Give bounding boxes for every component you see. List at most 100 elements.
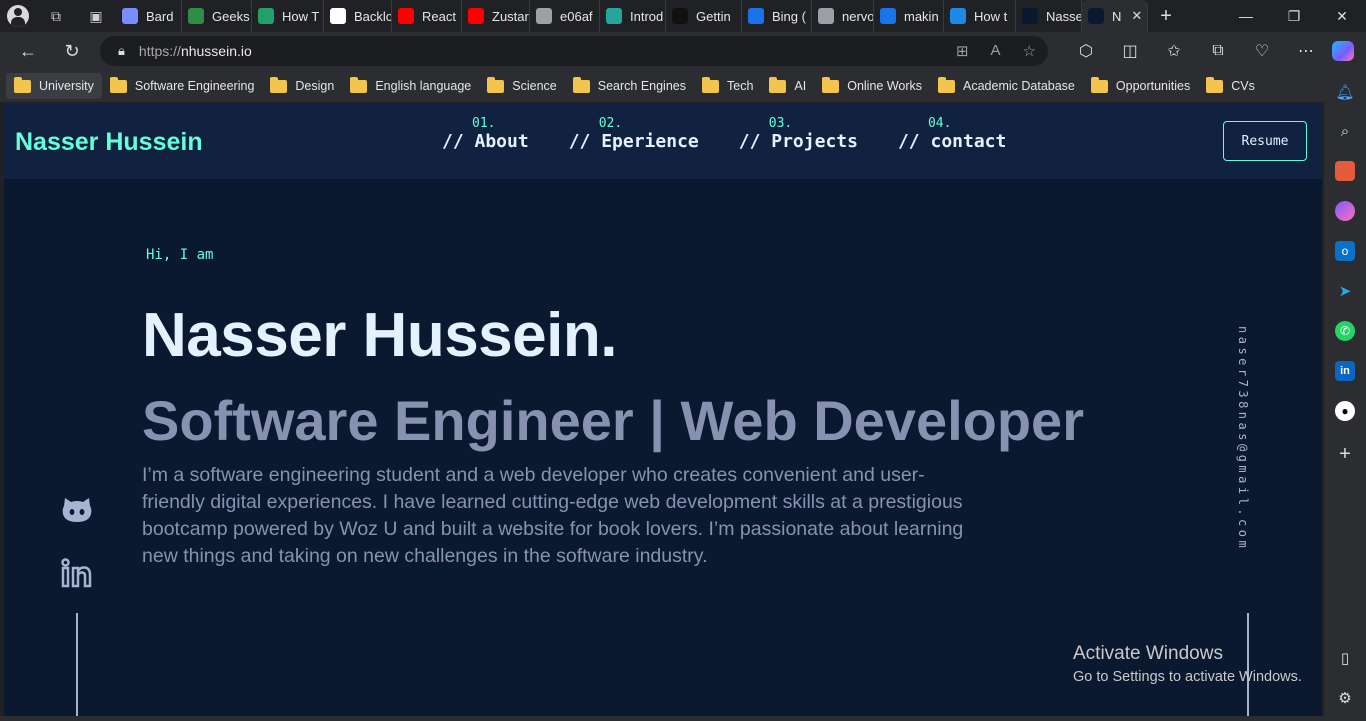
more-menu-icon[interactable]: ⋯ [1284,41,1328,61]
browser-tab[interactable]: React [392,0,462,32]
bookmark-folder[interactable]: AI [761,73,814,99]
hero-name: Nasser Hussein. [142,301,617,370]
tab-label: Gettin [696,8,731,24]
bookmark-folder[interactable]: Science [479,73,564,99]
tab-favicon-icon [1022,8,1038,24]
site-navbar: Nasser Hussein 01.// About 02.// Eperienc… [4,104,1322,179]
tab-label: e06af [560,8,593,24]
left-divider-line [76,613,78,716]
browser-tab[interactable]: Bard [116,0,182,32]
new-tab-button[interactable]: + [1148,0,1184,32]
url-protocol: https:// [138,43,181,59]
bookmark-folder[interactable]: Search Engines [565,73,694,99]
workspaces-icon[interactable]: ⧉ [36,0,76,32]
bookmark-folder[interactable]: Opportunities [1083,73,1198,99]
bookmark-label: Opportunities [1115,79,1191,93]
bookmark-folder[interactable]: Software Engineering [102,73,263,99]
github-sidebar-icon[interactable]: ● [1335,401,1355,421]
bookmark-label: Design [295,79,335,93]
linkedin-sidebar-icon[interactable]: in [1335,361,1355,381]
bookmark-label: English language [375,79,472,93]
bookmark-folder[interactable]: Academic Database [930,73,1083,99]
bookmark-label: Academic Database [963,79,1075,93]
browser-tab[interactable]: N ✕ [1082,0,1148,32]
tools-icon[interactable] [1335,161,1355,181]
lock-icon[interactable]: 🔒︎ [118,43,125,59]
browser-tab[interactable]: How T [252,0,324,32]
read-aloud-icon[interactable]: A [991,42,1001,60]
window-controls: — ❐ ✕ [1222,0,1366,32]
notifications-bell-icon[interactable]: 🔔︎ [1335,82,1355,102]
extensions-icon[interactable]: ⬡ [1064,41,1108,61]
site-nav-links: 01.// About 02.// Eperience 03.// Projects… [442,116,1046,152]
restore-button[interactable]: ❐ [1270,0,1318,32]
folder-icon [572,76,590,93]
tab-label: N [1112,8,1122,24]
address-bar[interactable]: 🔒︎ https://nhussein.io ⊞ A ☆ [100,36,1048,66]
close-tab-icon[interactable]: ✕ [1131,8,1142,24]
app-available-icon[interactable]: ⊞ [956,42,969,60]
folder-icon [1090,76,1108,93]
minimize-button[interactable]: — [1222,0,1270,32]
folder-icon [350,76,368,93]
bookmark-label: Online Works [847,79,923,93]
profile-button[interactable] [0,0,36,32]
browser-tab[interactable]: Backlo [324,0,392,32]
nav-link[interactable]: 01.// About [442,116,529,152]
bookmark-label: Tech [727,79,754,93]
split-screen-icon[interactable]: ◫ [1108,41,1152,61]
browser-tab[interactable]: How t [944,0,1016,32]
telegram-icon[interactable]: ➤ [1335,281,1355,301]
tab-actions-icon[interactable]: ▣ [76,0,116,32]
browser-tab[interactable]: Introd [600,0,666,32]
back-button[interactable]: ← [8,32,48,70]
favorite-star-icon[interactable]: ☆ [1023,42,1036,60]
github-icon[interactable] [60,494,94,531]
bookmark-folder[interactable]: Tech [694,73,761,99]
resume-button[interactable]: Resume [1223,121,1307,161]
browser-tab[interactable]: makin [874,0,944,32]
browser-tab[interactable]: Bing ( [742,0,812,32]
nav-link[interactable]: 04.// contact [898,116,1006,152]
browser-tab[interactable]: nervo [812,0,874,32]
refresh-button[interactable]: ↻ [52,32,92,70]
tab-label: Bard [146,8,174,24]
bookmark-folder[interactable]: English language [342,73,479,99]
site-brand[interactable]: Nasser Hussein [15,128,203,157]
linkedin-icon[interactable] [60,558,92,593]
nav-link-number: 03. [768,116,793,131]
sidebar-settings-icon[interactable]: ⚙ [1335,688,1355,708]
add-sidebar-app-icon[interactable]: + [1335,443,1355,465]
whatsapp-icon[interactable]: ✆ [1335,321,1355,341]
copilot-icon[interactable] [1332,41,1354,61]
browser-tab[interactable]: e06af [530,0,600,32]
bookmark-folder[interactable]: University [6,73,102,99]
nav-link-number: 04. [927,116,952,131]
tab-favicon-icon [1088,8,1104,24]
hide-sidebar-icon[interactable]: ▯ [1335,648,1355,668]
nav-link[interactable]: 02.// Eperience [569,116,699,152]
browser-essentials-icon[interactable]: ♡ [1240,41,1284,61]
browser-tab[interactable]: Zustar [462,0,530,32]
browser-tab[interactable]: Gettin [666,0,742,32]
browser-tab[interactable]: Nasse [1016,0,1082,32]
favorites-icon[interactable]: ✩ [1152,41,1196,61]
nav-link-label: // contact [897,131,1007,152]
nav-link[interactable]: 03.// Projects [739,116,858,152]
bookmark-folder[interactable]: CVs [1198,73,1263,99]
tab-favicon-icon [258,8,274,24]
close-window-button[interactable]: ✕ [1318,0,1366,32]
tab-favicon-icon [188,8,204,24]
search-icon[interactable]: ⌕ [1335,121,1355,141]
copilot-sidebar-icon[interactable] [1335,201,1355,221]
webpage: Nasser Hussein 01.// About 02.// Eperienc… [4,104,1322,716]
collections-icon[interactable]: ⧉ [1196,42,1240,60]
tab-label: React [422,8,456,24]
email-link[interactable]: naser738nas@gmail.com [1236,326,1250,551]
bookmark-label: Search Engines [597,79,686,93]
bookmark-folder[interactable]: Online Works [814,73,930,99]
tab-favicon-icon [880,8,896,24]
bookmark-folder[interactable]: Design [262,73,342,99]
outlook-icon[interactable]: o [1335,241,1355,261]
browser-tab[interactable]: Geeks [182,0,252,32]
